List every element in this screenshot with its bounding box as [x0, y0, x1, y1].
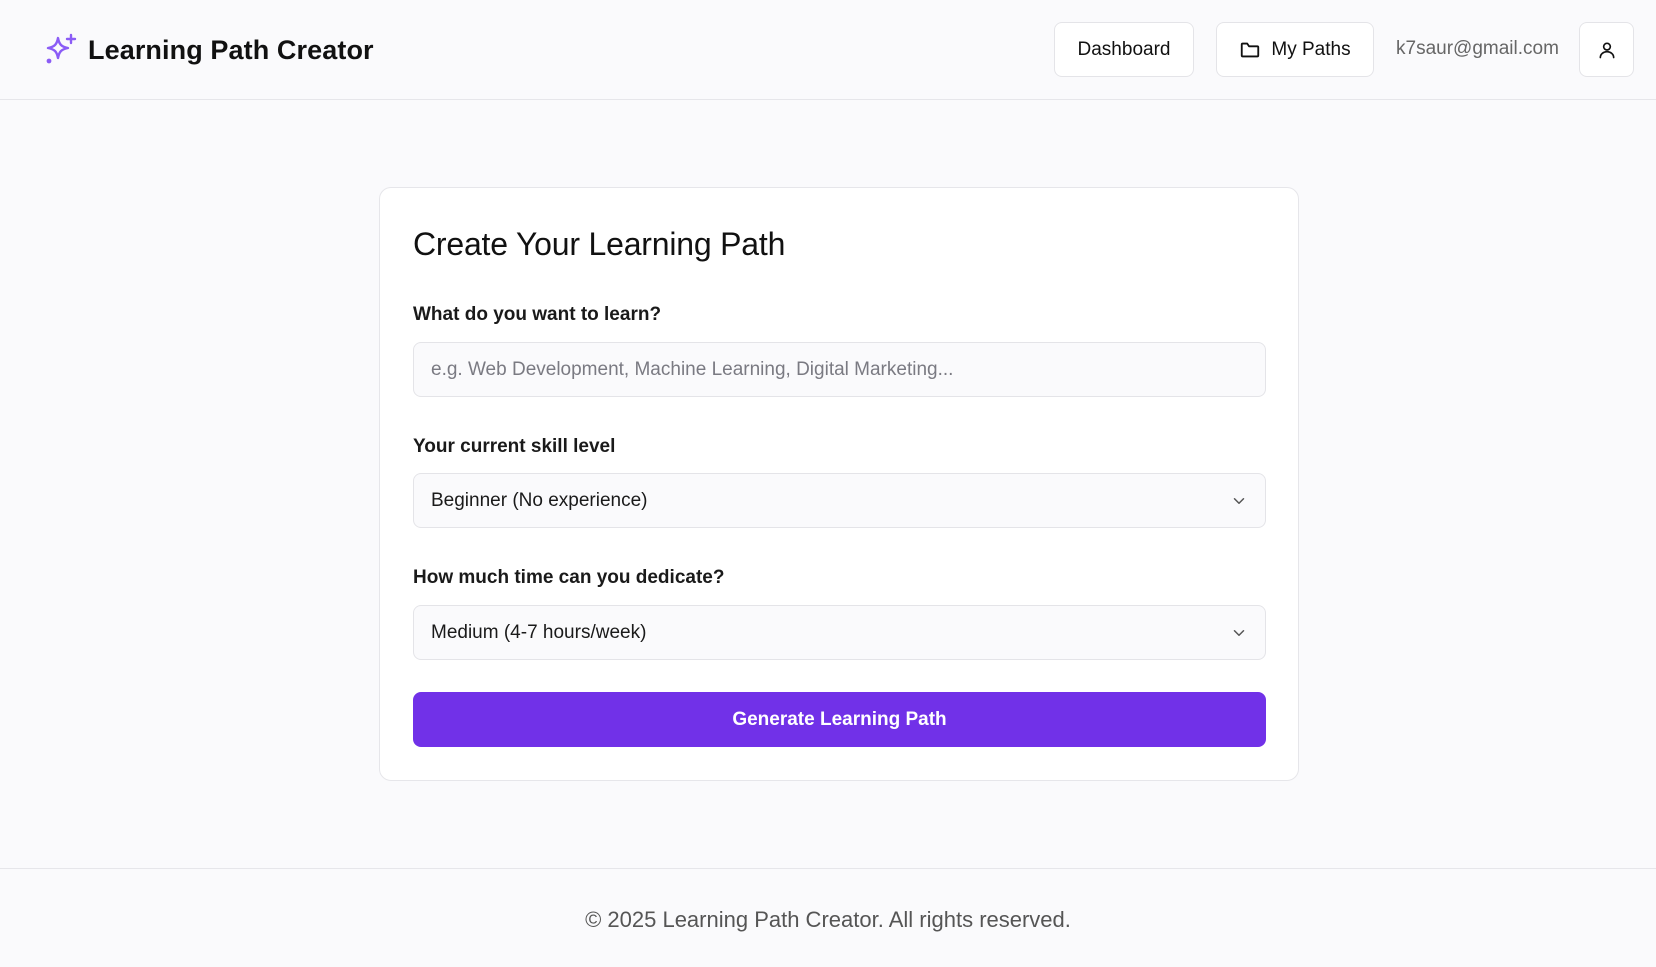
- time-commitment-label: How much time can you dedicate?: [413, 567, 725, 588]
- dashboard-button[interactable]: Dashboard: [1054, 22, 1194, 77]
- time-commitment-select[interactable]: Medium (4-7 hours/week): [413, 605, 1266, 660]
- time-commitment-value: Medium (4-7 hours/week): [431, 621, 647, 643]
- footer-copyright: © 2025 Learning Path Creator. All rights…: [585, 907, 1071, 932]
- brand[interactable]: Learning Path Creator: [44, 33, 374, 67]
- chevron-down-icon: [1233, 629, 1245, 636]
- skill-level-value: Beginner (No experience): [431, 489, 648, 511]
- user-profile-button[interactable]: [1579, 22, 1634, 77]
- page-footer: © 2025 Learning Path Creator. All rights…: [0, 868, 1656, 967]
- user-icon: [1599, 42, 1614, 58]
- chevron-down-icon: [1233, 497, 1245, 504]
- user-email: k7saur@gmail.com: [1396, 38, 1559, 59]
- generate-learning-path-button[interactable]: Generate Learning Path: [413, 692, 1266, 747]
- learning-path-form: Create Your Learning Path What do you wa…: [379, 187, 1299, 781]
- brand-title: Learning Path Creator: [88, 34, 374, 65]
- my-paths-button-label: My Paths: [1271, 38, 1351, 60]
- topic-input[interactable]: [413, 342, 1266, 397]
- skill-level-label: Your current skill level: [413, 436, 616, 457]
- skill-level-select[interactable]: Beginner (No experience): [413, 473, 1266, 528]
- top-header: Learning Path Creator Dashboard My Paths…: [0, 0, 1656, 100]
- dashboard-button-label: Dashboard: [1077, 38, 1171, 60]
- my-paths-button[interactable]: My Paths: [1216, 22, 1374, 77]
- topic-label: What do you want to learn?: [413, 304, 662, 325]
- form-title: Create Your Learning Path: [413, 226, 786, 262]
- generate-button-label: Generate Learning Path: [732, 708, 947, 730]
- folder-icon: [1239, 39, 1261, 61]
- sparkles-icon: [44, 33, 78, 67]
